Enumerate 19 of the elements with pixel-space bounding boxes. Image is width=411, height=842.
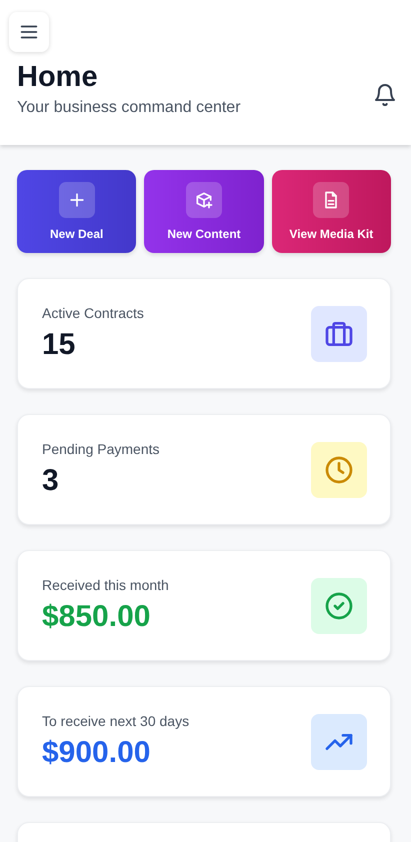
stat-value: 15 <box>42 328 76 362</box>
bell-icon <box>373 82 397 106</box>
stat-label: Pending Payments <box>42 441 160 457</box>
stat-label: To receive next 30 days <box>42 713 190 729</box>
check-circle-icon <box>323 590 355 622</box>
quick-action-button[interactable]: New Content <box>144 170 264 253</box>
quick-action-button[interactable]: View Media Kit <box>272 170 391 253</box>
stat-value: $850.00 <box>42 600 152 634</box>
stat-label: Active Contracts <box>42 305 144 321</box>
page-title: Home <box>17 60 99 94</box>
package-icon <box>194 190 214 210</box>
stat-value: 3 <box>42 464 60 498</box>
page-subtitle: Your business command center <box>17 99 241 117</box>
clock-icon <box>323 454 355 486</box>
quick-action-button[interactable]: New Deal <box>17 170 136 253</box>
stat-value: $900.00 <box>42 736 152 770</box>
notifications-button[interactable] <box>373 82 397 106</box>
menu-button[interactable] <box>9 12 49 52</box>
stat-label: Received this month <box>42 577 169 593</box>
